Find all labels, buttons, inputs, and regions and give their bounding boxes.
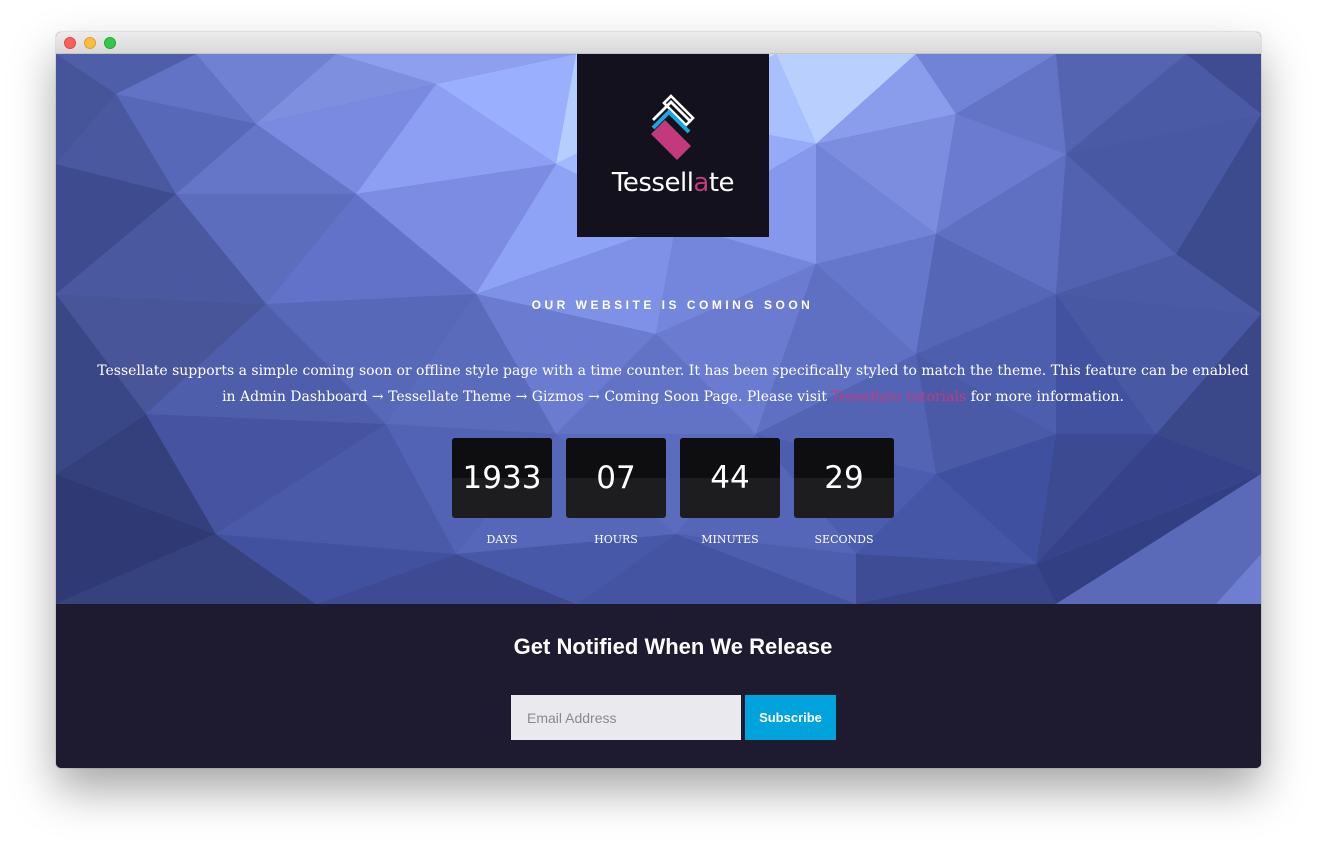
countdown-hours-value: 07 bbox=[596, 460, 636, 496]
countdown-days-label: DAYS bbox=[486, 533, 518, 546]
countdown-days-value: 1933 bbox=[462, 460, 542, 496]
hero-section: Tessellate OUR WEBSITE IS COMING SOON Te… bbox=[56, 54, 1261, 604]
subscribe-button[interactable]: Subscribe bbox=[745, 695, 836, 740]
coming-soon-description: Tessellate supports a simple coming soon… bbox=[97, 363, 1249, 405]
email-address-input[interactable] bbox=[511, 695, 741, 740]
close-window-button[interactable] bbox=[64, 37, 76, 49]
browser-window: Tessellate OUR WEBSITE IS COMING SOON Te… bbox=[56, 32, 1261, 768]
minimize-window-button[interactable] bbox=[84, 37, 96, 49]
countdown-hours: 07 bbox=[566, 438, 666, 518]
coming-soon-heading: OUR WEBSITE IS COMING SOON bbox=[531, 298, 814, 312]
countdown-hours-label: HOURS bbox=[594, 533, 638, 546]
countdown-seconds-label: SECONDS bbox=[814, 533, 874, 546]
notify-title: Get Notified When We Release bbox=[513, 634, 833, 659]
countdown-minutes-value: 44 bbox=[710, 460, 750, 496]
tutorials-link[interactable]: Tessellate tutorials bbox=[831, 389, 966, 405]
countdown-seconds-value: 29 bbox=[824, 460, 864, 496]
tessellate-logo-icon bbox=[651, 94, 695, 160]
notify-section: Get Notified When We Release Subscribe bbox=[56, 604, 1261, 768]
site-logo[interactable]: Tessellate bbox=[577, 54, 769, 237]
window-titlebar bbox=[56, 32, 1261, 54]
zoom-window-button[interactable] bbox=[104, 37, 116, 49]
countdown-days: 1933 bbox=[452, 438, 552, 518]
countdown-seconds: 29 bbox=[794, 438, 894, 518]
countdown-minutes: 44 bbox=[680, 438, 780, 518]
logo-wordmark: Tessellate bbox=[611, 168, 735, 198]
countdown-minutes-label: MINUTES bbox=[701, 533, 759, 546]
